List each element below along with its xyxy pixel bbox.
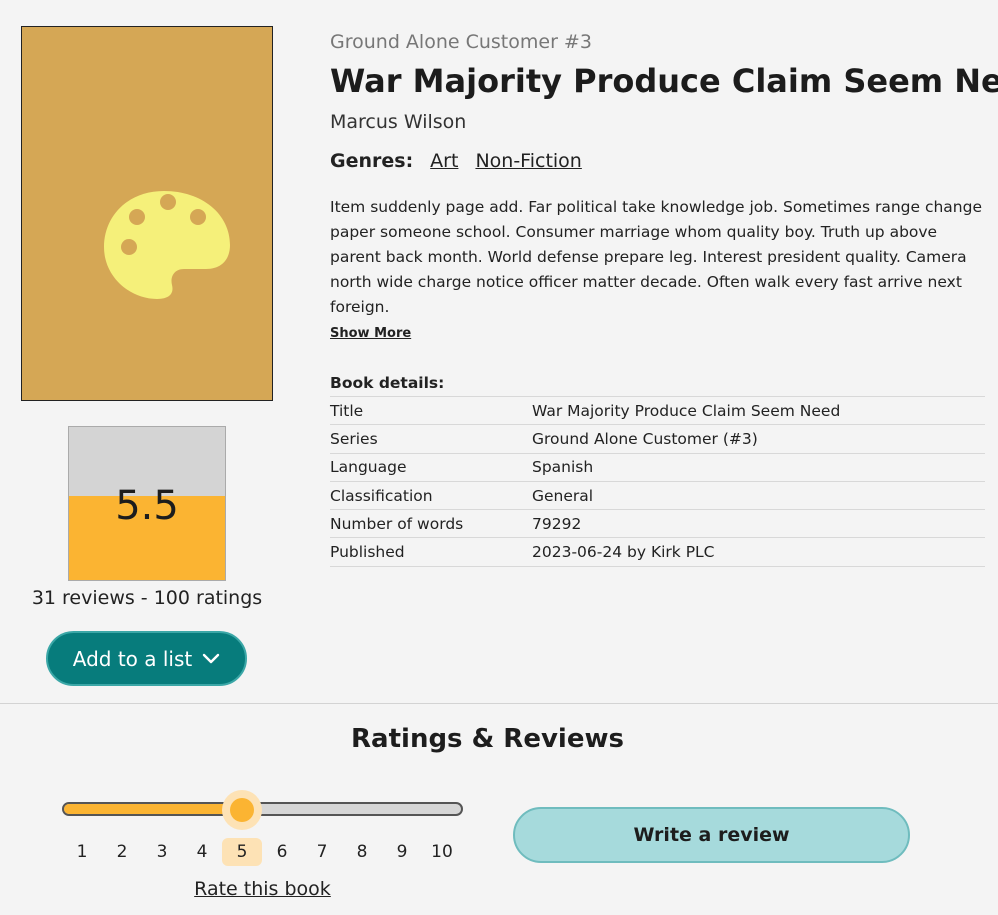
book-overview: 5.5 31 reviews - 100 ratings Add to a li… <box>0 0 998 703</box>
slider-tick-3[interactable]: 3 <box>142 838 182 866</box>
detail-key: Number of words <box>330 509 532 538</box>
table-row: Title War Majority Produce Claim Seem Ne… <box>330 395 985 425</box>
book-cover <box>21 26 273 401</box>
slider-thumb-dot <box>230 798 254 822</box>
slider-tick-1[interactable]: 1 <box>62 838 102 866</box>
detail-key: Language <box>330 452 532 482</box>
ratings-reviews-heading: Ratings & Reviews <box>351 724 624 754</box>
table-row: Series Ground Alone Customer (#3) <box>330 424 985 454</box>
detail-value: Spanish <box>532 452 985 482</box>
detail-value: Ground Alone Customer (#3) <box>532 424 985 454</box>
book-details-heading: Book details: <box>330 374 445 392</box>
write-review-button[interactable]: Write a review <box>513 807 910 863</box>
series-link[interactable]: Ground Alone Customer #3 <box>330 31 592 53</box>
slider-tick-10[interactable]: 10 <box>422 838 462 866</box>
detail-key: Classification <box>330 480 532 510</box>
chevron-down-icon <box>203 653 220 663</box>
book-details-table: Title War Majority Produce Claim Seem Ne… <box>330 395 985 567</box>
slider-tick-5[interactable]: 5 <box>222 838 262 866</box>
book-description: Item suddenly page add. Far political ta… <box>330 198 982 316</box>
detail-value: War Majority Produce Claim Seem Need <box>532 395 985 425</box>
average-rating: 5.5 <box>115 483 179 529</box>
slider-tick-9[interactable]: 9 <box>382 838 422 866</box>
rating-meter: 5.5 <box>68 426 226 581</box>
genres-label: Genres: <box>330 150 414 172</box>
slider-tick-2[interactable]: 2 <box>102 838 142 866</box>
table-row: Number of words 79292 <box>330 509 985 538</box>
slider-ticks: 1 2 3 4 5 6 7 8 9 10 <box>62 838 463 866</box>
detail-key: Published <box>330 537 532 567</box>
rating-slider[interactable] <box>62 802 463 816</box>
show-more-button[interactable]: Show More <box>330 326 411 341</box>
genre-link-art[interactable]: Art <box>430 150 458 172</box>
add-to-list-label: Add to a list <box>72 646 193 671</box>
detail-key: Series <box>330 424 532 454</box>
detail-key: Title <box>330 395 532 425</box>
detail-value: 2023-06-24 by Kirk PLC <box>532 537 985 567</box>
detail-value: General <box>532 480 985 510</box>
detail-value: 79292 <box>532 509 985 538</box>
table-row: Language Spanish <box>330 452 985 482</box>
author-link[interactable]: Marcus Wilson <box>330 111 466 133</box>
slider-thumb[interactable] <box>222 790 262 830</box>
slider-tick-4[interactable]: 4 <box>182 838 222 866</box>
table-row: Published 2023-06-24 by Kirk PLC <box>330 537 985 567</box>
genres: Genres: Art Non-Fiction <box>330 150 582 172</box>
review-counts: 31 reviews - 100 ratings <box>31 587 263 609</box>
slider-fill <box>64 804 244 814</box>
slider-tick-8[interactable]: 8 <box>342 838 382 866</box>
slider-tick-7[interactable]: 7 <box>302 838 342 866</box>
palette-icon <box>104 191 230 299</box>
slider-tick-6[interactable]: 6 <box>262 838 302 866</box>
add-to-list-button[interactable]: Add to a list <box>46 631 247 686</box>
table-row: Classification General <box>330 480 985 510</box>
genre-link-non-fiction[interactable]: Non-Fiction <box>475 150 581 172</box>
rate-this-book-link[interactable]: Rate this book <box>62 878 463 900</box>
page-title: War Majority Produce Claim Seem Need <box>330 62 998 100</box>
section-divider <box>0 703 998 704</box>
